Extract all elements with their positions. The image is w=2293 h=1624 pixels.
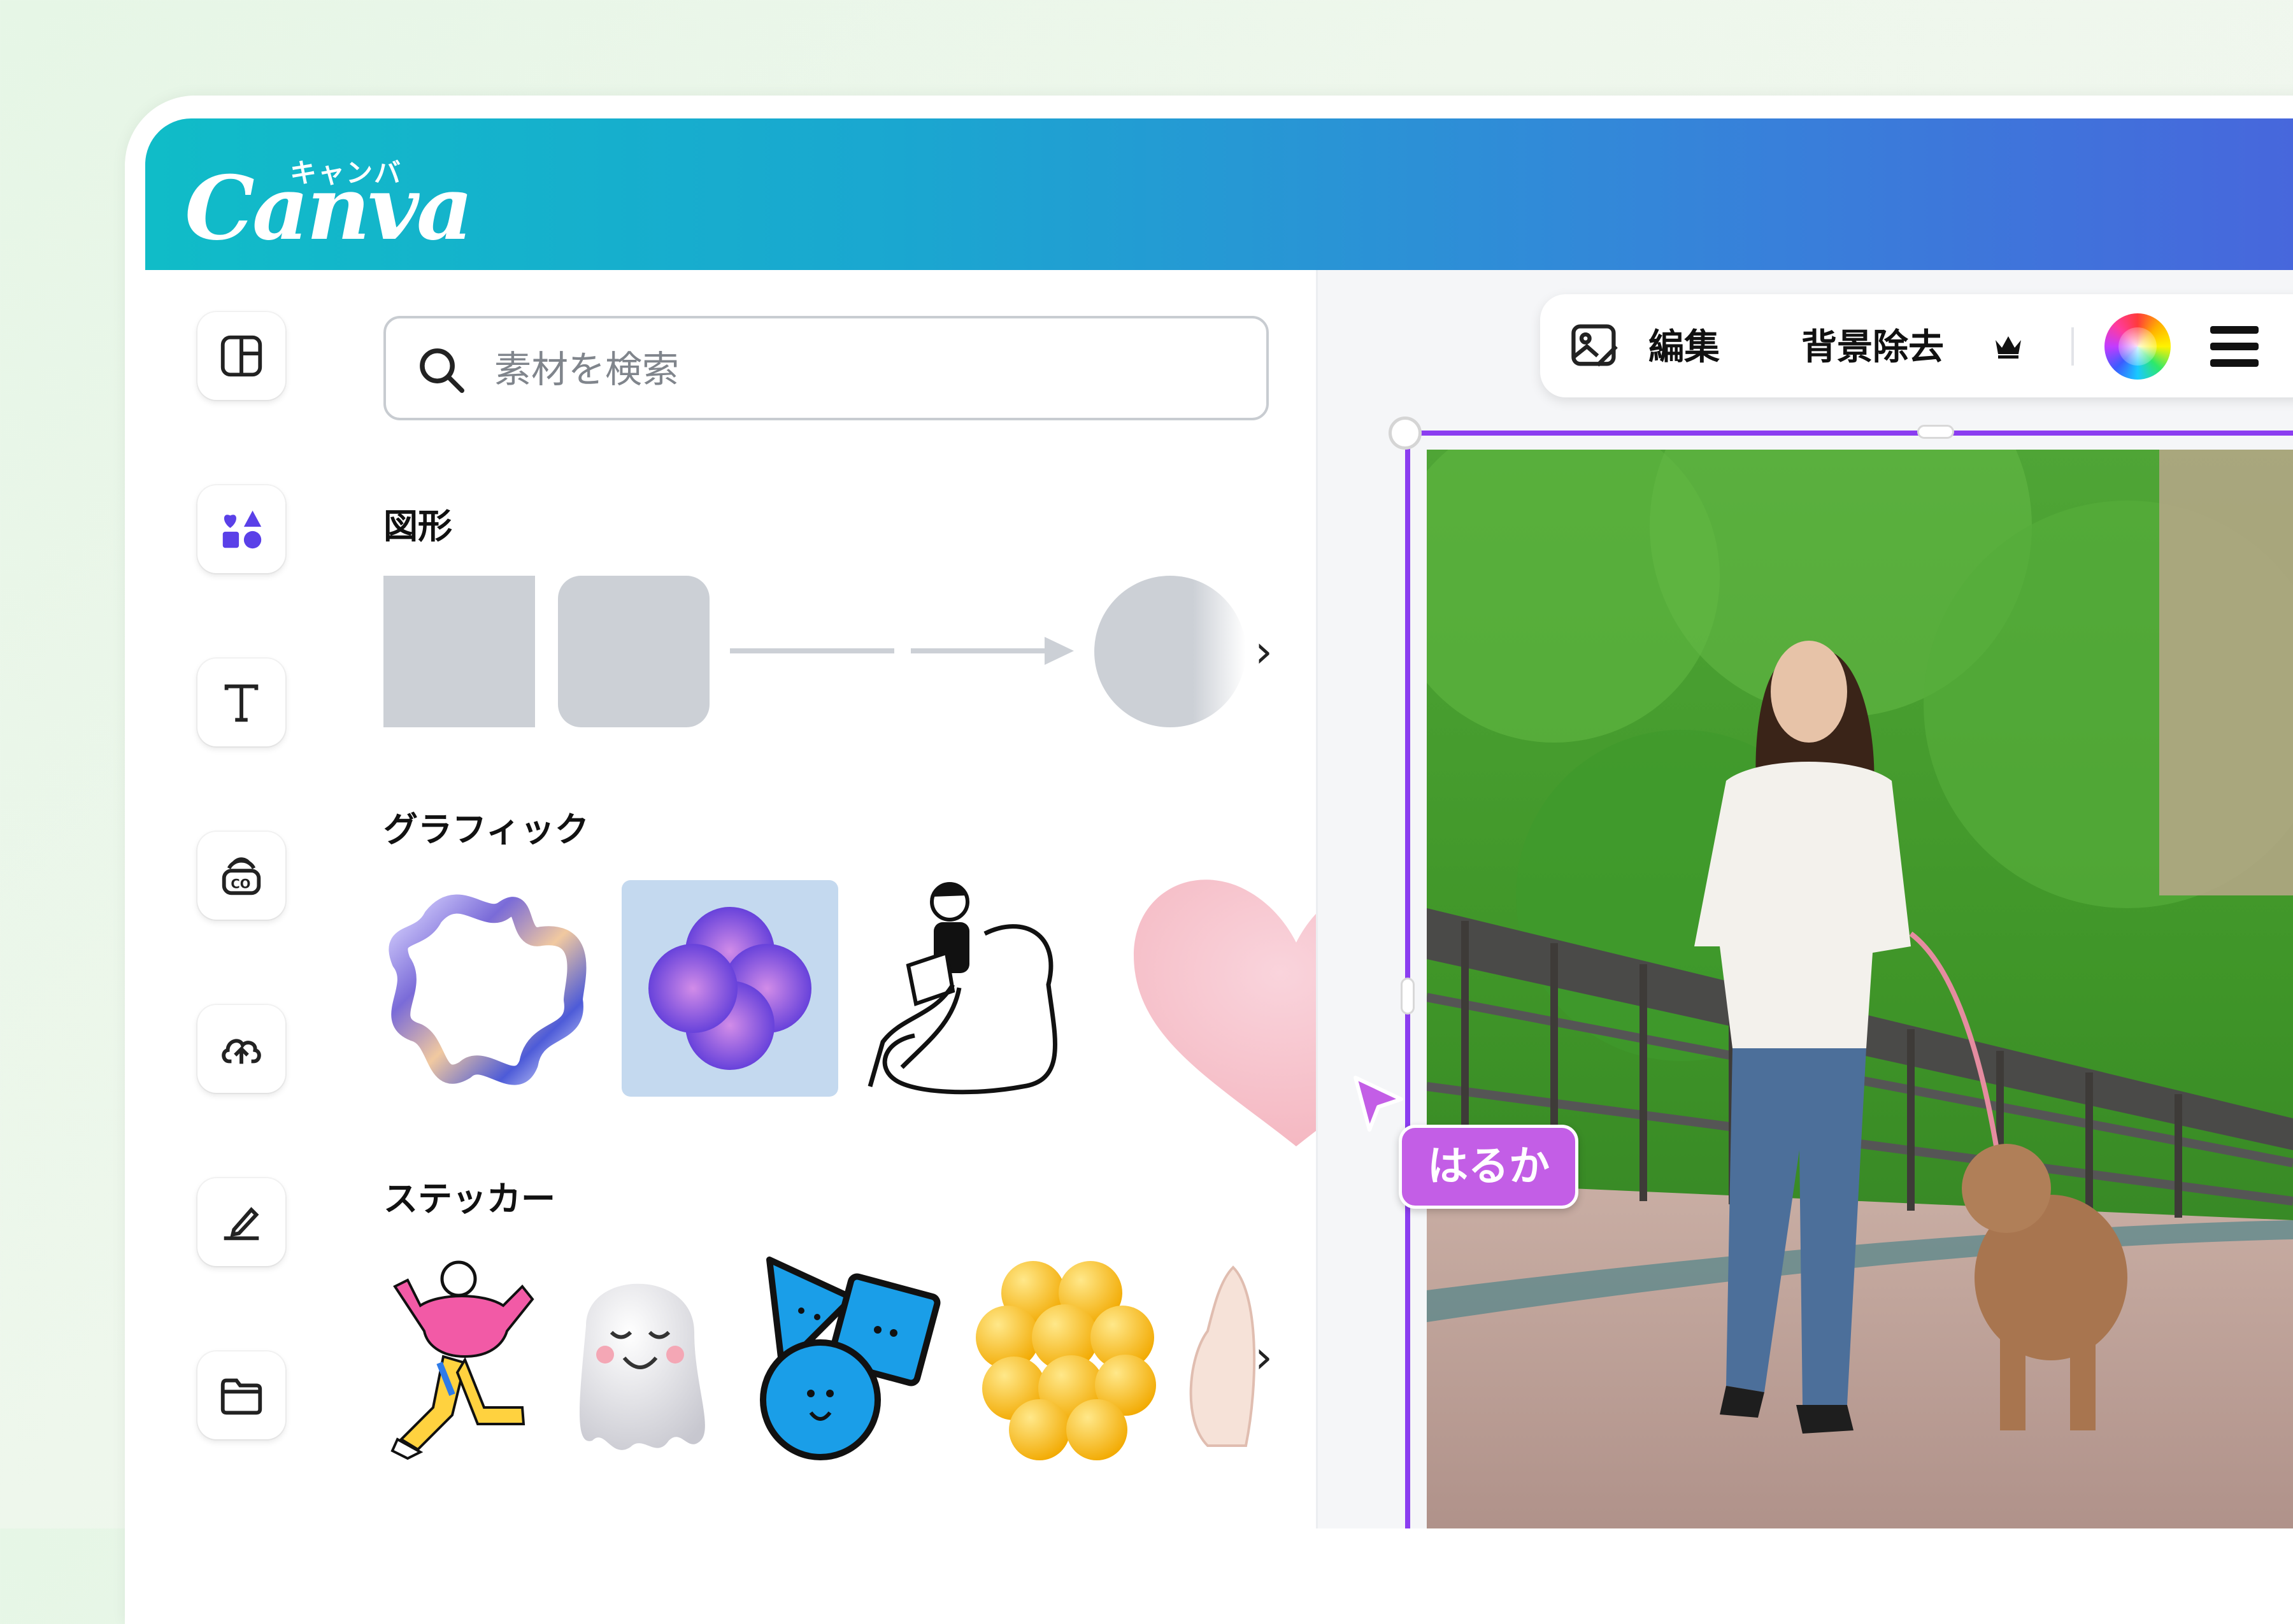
- canva-logo-kana: キャンバ: [290, 157, 403, 189]
- rail-button-design[interactable]: [197, 312, 285, 400]
- rotate-corner-handle[interactable]: [1389, 417, 1422, 450]
- sticker-blue-shapes[interactable]: [744, 1247, 948, 1464]
- crown-icon: [1996, 336, 2021, 359]
- rail-button-elements[interactable]: [197, 485, 285, 573]
- draw-icon: [224, 1207, 259, 1241]
- layout-icon: [220, 335, 262, 377]
- image-edit-icon[interactable]: [1568, 320, 1622, 373]
- toolbar-separator: [2071, 327, 2074, 366]
- background-remover-button[interactable]: 背景除去: [1801, 318, 1944, 370]
- rail-button-draw[interactable]: [197, 1178, 285, 1266]
- svg-text:CO: CO: [231, 877, 250, 892]
- search-box[interactable]: [383, 316, 1269, 420]
- shape-square[interactable]: [383, 576, 535, 727]
- flower-graphic: [648, 907, 811, 1070]
- shape-arrow-line[interactable]: [911, 648, 1057, 653]
- folder-icon: [220, 1378, 262, 1415]
- section-title-graphics: グラフィック: [383, 809, 589, 850]
- shapes-next-chevron-icon[interactable]: ›: [1255, 625, 1273, 678]
- edit-button[interactable]: 編集: [1648, 318, 1720, 370]
- sticker-yellow-cube[interactable]: [963, 1248, 1167, 1465]
- rail-button-projects[interactable]: [197, 1351, 285, 1439]
- graphic-chrome-blob[interactable]: [382, 879, 599, 1095]
- search-icon: [420, 348, 465, 394]
- selection-frame[interactable]: [1405, 431, 2293, 1528]
- elements-icon: [222, 510, 262, 549]
- upload-icon: [222, 1039, 261, 1064]
- shape-rounded-square[interactable]: [558, 576, 710, 727]
- text-icon: [224, 684, 259, 722]
- search-input[interactable]: [493, 340, 1247, 399]
- rail-button-text[interactable]: [197, 659, 285, 746]
- graphic-gradient-flower[interactable]: [622, 880, 838, 1097]
- resize-handle-top[interactable]: [1917, 425, 1954, 439]
- rail-button-uploads[interactable]: [197, 1005, 285, 1093]
- sticker-partial[interactable]: [1182, 1255, 1259, 1465]
- section-title-stickers: ステッカー: [383, 1179, 555, 1219]
- collaborator-cursor-icon: [1354, 1076, 1403, 1132]
- stickers-next-chevron-icon[interactable]: ›: [1255, 1331, 1273, 1383]
- graphic-person-beanbag[interactable]: [857, 876, 1068, 1100]
- shape-arrow-head: [1045, 637, 1074, 665]
- sticker-ghost[interactable]: [561, 1250, 720, 1466]
- color-wheel-icon[interactable]: [2104, 313, 2171, 380]
- shape-circle[interactable]: [1094, 576, 1246, 727]
- resize-handle-left[interactable]: [1401, 978, 1415, 1015]
- shape-line[interactable]: [730, 648, 894, 653]
- menu-icon[interactable]: [2208, 321, 2261, 372]
- rail-button-brand[interactable]: CO: [197, 832, 285, 920]
- collaborator-name-tag: はるか: [1399, 1125, 1578, 1209]
- sticker-dancing-person[interactable]: [382, 1248, 538, 1465]
- section-title-shapes: 図形: [383, 506, 452, 546]
- brand-icon: CO: [222, 857, 261, 895]
